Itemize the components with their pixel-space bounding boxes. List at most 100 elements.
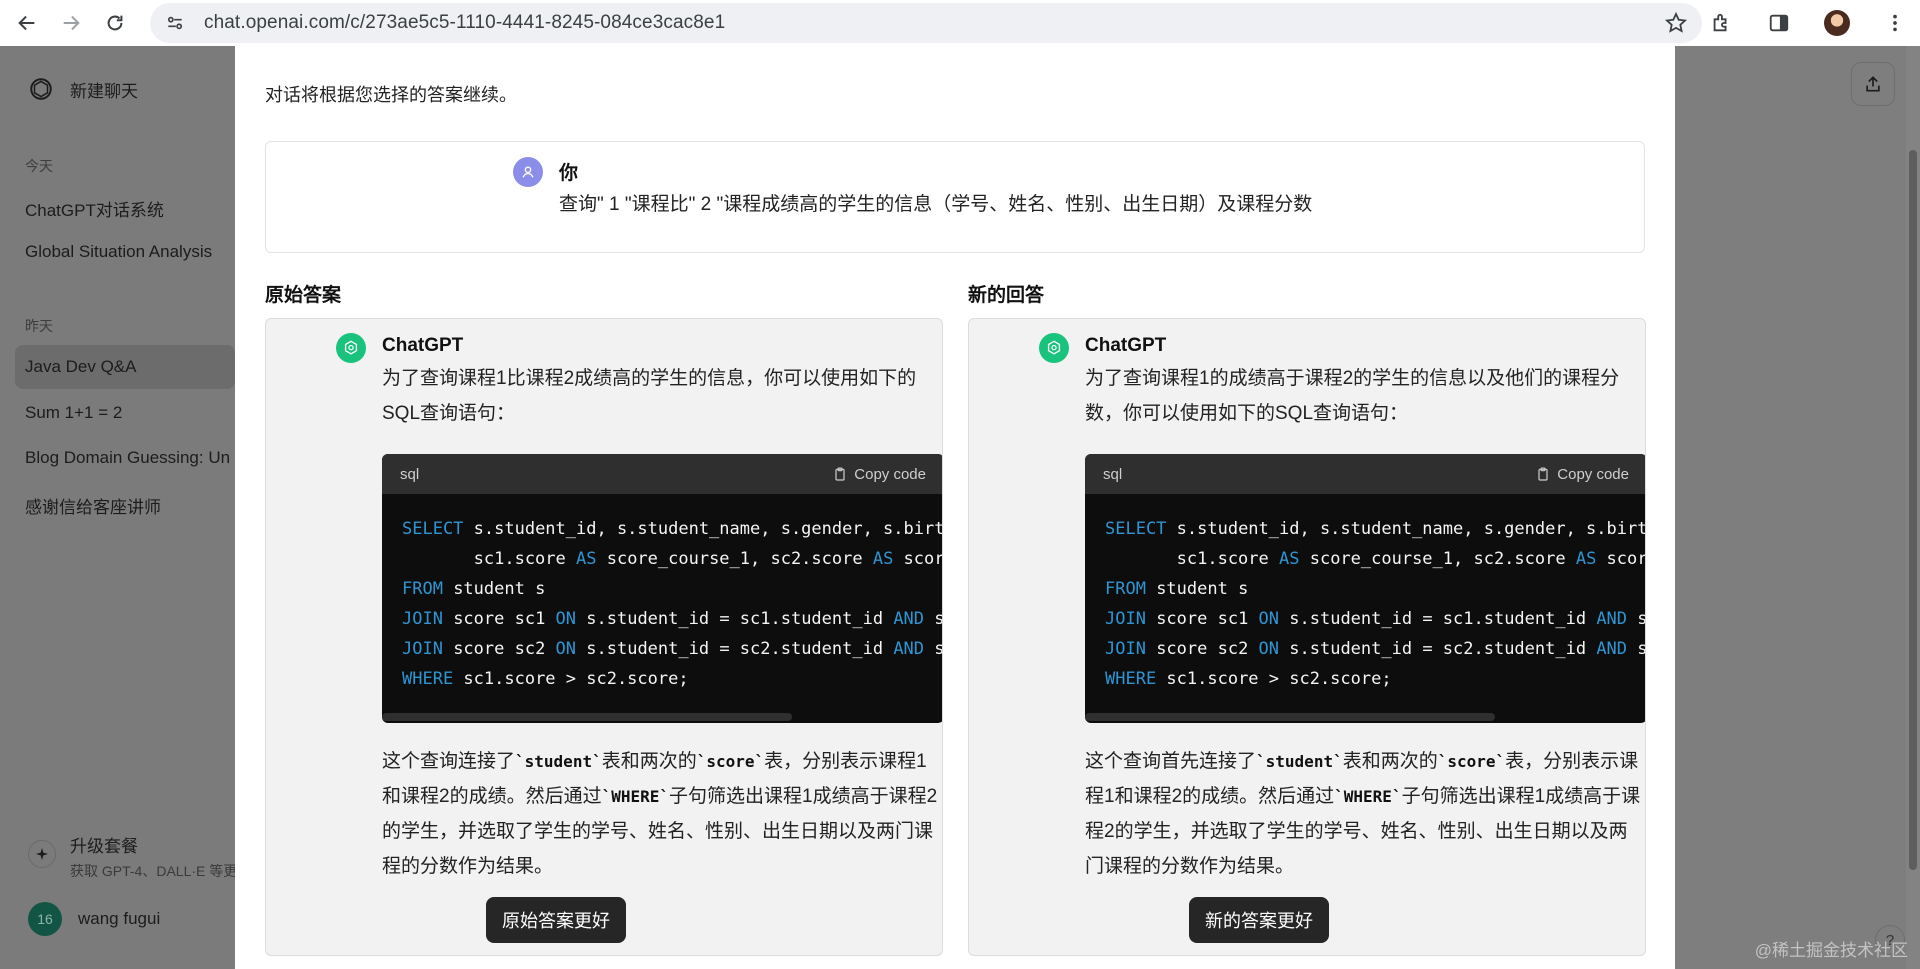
code-line: JOIN score sc2 ON s.student_id = sc2.stu… bbox=[402, 634, 942, 664]
sql-text: s.student_id = sc2.student_id bbox=[1279, 639, 1597, 659]
copy-code-button[interactable]: Copy code bbox=[1535, 466, 1629, 483]
profile-avatar[interactable] bbox=[1822, 8, 1852, 38]
upgrade-subtitle: 获取 GPT-4、DALL·E 等更 bbox=[70, 863, 238, 879]
sql-code: SELECT s.student_id, s.student_name, s.g… bbox=[1085, 494, 1646, 694]
upgrade-title: 升级套餐 bbox=[70, 837, 138, 856]
sql-keyword: AS bbox=[1575, 549, 1597, 569]
back-icon[interactable] bbox=[10, 6, 44, 40]
code-block: sql Copy code SELECT s.student_id, s.stu… bbox=[1085, 454, 1646, 723]
code-line: SELECT s.student_id, s.student_name, s.g… bbox=[402, 514, 943, 544]
compare-answers-modal: 对话将根据您选择的答案继续。 你 查询" 1 "课程比" 2 "课程成绩高的学生… bbox=[235, 46, 1675, 969]
sql-text: score sc1 bbox=[1145, 609, 1259, 629]
reload-icon[interactable] bbox=[98, 6, 132, 40]
browser-toolbar: chat.openai.com/c/273ae5c5-1110-4441-824… bbox=[0, 0, 1920, 46]
sql-keyword: AS bbox=[576, 549, 597, 569]
sql-keyword: WHERE bbox=[1105, 669, 1157, 689]
sidebar-item-thank-you[interactable]: 感谢信给客座讲师 bbox=[25, 493, 161, 518]
inline-code: `student` bbox=[1256, 752, 1343, 771]
sidebar-group-yesterday: 昨天 bbox=[25, 318, 53, 334]
sql-keyword: AND bbox=[893, 609, 925, 629]
sql-keyword: ON bbox=[1258, 609, 1280, 629]
chatgpt-logo-icon bbox=[1039, 333, 1069, 363]
sql-text: sc1.score > sc2.score; bbox=[1156, 669, 1392, 689]
clipboard-icon bbox=[835, 467, 845, 481]
answer-author: ChatGPT bbox=[1085, 335, 1167, 356]
chatgpt-logo-icon bbox=[336, 333, 366, 363]
code-line: sc1.score AS score_course_1, sc2.score A… bbox=[1105, 544, 1645, 574]
prefer-new-button[interactable]: 新的答案更好 bbox=[1189, 897, 1329, 943]
code-scrollbar[interactable] bbox=[1085, 713, 1495, 721]
code-line: JOIN score sc1 ON s.student_id = sc1.stu… bbox=[402, 604, 942, 634]
inline-code: `WHERE` bbox=[1334, 787, 1402, 806]
new-chat-button[interactable]: 新建聊天 bbox=[28, 76, 138, 102]
code-line: SELECT s.student_id, s.student_name, s.g… bbox=[1105, 514, 1646, 544]
sidebar-item-java-dev[interactable]: Java Dev Q&A bbox=[15, 345, 235, 389]
code-line: FROM student s bbox=[1105, 574, 1645, 604]
code-line: WHERE sc1.score > sc2.score; bbox=[1105, 664, 1645, 694]
side-panel-icon[interactable] bbox=[1764, 8, 1794, 38]
sql-text: sc1.course_id = 1 bbox=[1627, 609, 1645, 629]
original-answer-card[interactable]: ChatGPT 为了查询课程1比课程2成绩高的学生的信息，你可以使用如下的SQL… bbox=[265, 318, 943, 956]
sql-text: sc2.course_id = 2 bbox=[1627, 639, 1645, 659]
browser-menu-icon[interactable] bbox=[1880, 8, 1910, 38]
copy-code-label: Copy code bbox=[1557, 465, 1629, 483]
code-line: JOIN score sc1 ON s.student_id = sc1.stu… bbox=[1105, 604, 1645, 634]
sql-keyword: FROM bbox=[402, 579, 443, 599]
sql-keyword: AND bbox=[893, 639, 925, 659]
sql-keyword: AS bbox=[872, 549, 894, 569]
sql-text: score_course_2 bbox=[1606, 549, 1645, 569]
sql-keyword: JOIN bbox=[402, 639, 443, 659]
sql-keyword: SELECT bbox=[1105, 519, 1167, 539]
user-avatar: 16 bbox=[28, 902, 62, 936]
forward-icon[interactable] bbox=[54, 6, 88, 40]
page-scrollbar-thumb[interactable] bbox=[1909, 150, 1917, 870]
user-prompt: 你 查询" 1 "课程比" 2 "课程成绩高的学生的信息（学号、姓名、性别、出生… bbox=[265, 141, 1645, 253]
sql-text: s.student_id, s.student_name, s.gender, … bbox=[473, 519, 943, 539]
prefer-original-button[interactable]: 原始答案更好 bbox=[486, 897, 626, 943]
sql-text: sc1.score bbox=[402, 549, 576, 569]
watermark: @稀土掘金技术社区 bbox=[1754, 941, 1908, 960]
inline-code: `WHERE` bbox=[601, 787, 670, 806]
answer-intro: 为了查询课程1比课程2成绩高的学生的信息，你可以使用如下的SQL查询语句： bbox=[382, 368, 917, 424]
sql-text: s.student_id, s.student_name, s.gender, … bbox=[1176, 519, 1646, 539]
upgrade-plan-button[interactable]: 升级套餐 获取 GPT-4、DALL·E 等更 bbox=[28, 832, 237, 881]
sql-keyword: FROM bbox=[1105, 579, 1146, 599]
sidebar-item-global-situation[interactable]: Global Situation Analysis bbox=[25, 242, 212, 262]
sql-keyword: AND bbox=[1596, 609, 1628, 629]
sql-text: score sc2 bbox=[442, 639, 556, 659]
sql-text: s.student_id = sc2.student_id bbox=[576, 639, 894, 659]
copy-code-button[interactable]: Copy code bbox=[832, 466, 926, 483]
sql-text: score_course_1, sc2.score bbox=[1299, 549, 1576, 569]
url-text[interactable]: chat.openai.com/c/273ae5c5-1110-4441-824… bbox=[204, 12, 725, 34]
extensions-icon[interactable] bbox=[1706, 8, 1736, 38]
sidebar-item-sum[interactable]: Sum 1+1 = 2 bbox=[25, 403, 122, 423]
sidebar-item-chatgpt-system[interactable]: ChatGPT对话系统 bbox=[25, 196, 164, 221]
copy-code-label: Copy code bbox=[854, 465, 926, 483]
original-answer-heading: 原始答案 bbox=[265, 285, 342, 306]
site-settings-icon[interactable] bbox=[164, 12, 186, 34]
new-answer-card[interactable]: ChatGPT 为了查询课程1的成绩高于课程2的学生的信息以及他们的课程分数，你… bbox=[968, 318, 1646, 956]
sql-keyword: WHERE bbox=[402, 669, 454, 689]
sql-keyword: JOIN bbox=[1105, 609, 1146, 629]
sql-text: s.student_id = sc1.student_id bbox=[1279, 609, 1597, 629]
explanation-text: 这个查询首先连接了 bbox=[1085, 751, 1257, 772]
share-button[interactable] bbox=[1851, 62, 1895, 106]
sql-text: s.student_id = sc1.student_id bbox=[576, 609, 894, 629]
user-name: wang fugui bbox=[78, 909, 161, 928]
address-bar[interactable]: chat.openai.com/c/273ae5c5-1110-4441-824… bbox=[150, 3, 1702, 43]
code-scrollbar[interactable] bbox=[382, 713, 792, 721]
sql-keyword: AND bbox=[1596, 639, 1628, 659]
sql-keyword: ON bbox=[555, 609, 577, 629]
prompt-author: 你 bbox=[559, 163, 579, 184]
code-line: sc1.score AS score_course_1, sc2.score A… bbox=[402, 544, 942, 574]
new-chat-label: 新建聊天 bbox=[70, 81, 138, 101]
explanation-text: 表和两次的 bbox=[601, 751, 697, 772]
explanation-text: 表和两次的 bbox=[1342, 751, 1438, 772]
user-menu[interactable]: 16 wang fugui bbox=[28, 902, 160, 936]
answer-intro: 为了查询课程1的成绩高于课程2的学生的信息以及他们的课程分数，你可以使用如下的S… bbox=[1085, 368, 1620, 424]
sql-code: SELECT s.student_id, s.student_name, s.g… bbox=[382, 494, 943, 694]
sidebar-item-blog-domain[interactable]: Blog Domain Guessing: Un bbox=[25, 448, 230, 468]
sql-text: score_course_2 bbox=[903, 549, 942, 569]
answer-explanation: 这个查询连接了`student`表和两次的`score`表，分别表示课程1和课程… bbox=[382, 744, 938, 884]
code-language: sql bbox=[1103, 465, 1123, 483]
